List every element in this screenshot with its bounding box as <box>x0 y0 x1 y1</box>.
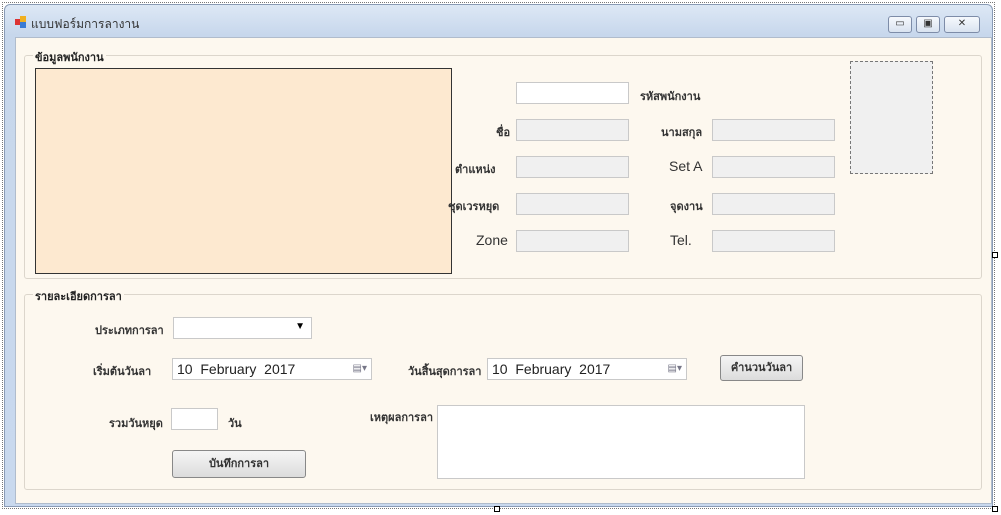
resize-handle-bottom[interactable] <box>494 506 500 512</box>
start-date-picker[interactable]: 10 February 2017 ▤▾ <box>172 358 372 380</box>
resize-handle-corner[interactable] <box>992 506 998 512</box>
end-date-picker[interactable]: 10 February 2017 ▤▾ <box>487 358 687 380</box>
position-label: ตำแหน่ง <box>455 164 496 176</box>
chevron-down-icon: ▼ <box>295 321 305 332</box>
shift-field[interactable] <box>516 193 629 215</box>
tel-label: Tel. <box>670 232 692 248</box>
save-leave-button[interactable]: บันทึกการลา <box>172 450 306 478</box>
total-holidays-label: รวมวันหยุด <box>109 418 163 430</box>
window-title: แบบฟอร์มการลางาน <box>31 17 140 31</box>
app-icon <box>15 16 27 28</box>
start-date-value: 10 February 2017 <box>177 361 296 377</box>
end-date-value: 10 February 2017 <box>492 361 611 377</box>
workpoint-label: จุดงาน <box>670 201 703 213</box>
calculate-days-button[interactable]: คำนวนวันลา <box>720 355 803 381</box>
first-name-field[interactable] <box>516 119 629 141</box>
total-holidays-input[interactable] <box>171 408 218 430</box>
leave-type-dropdown[interactable]: ▼ <box>173 317 312 339</box>
employee-id-label: รหัสพนักงาน <box>640 91 701 103</box>
minimize-button[interactable]: ▭ <box>888 16 912 33</box>
zone-label: Zone <box>476 232 508 248</box>
employee-group-title: ข้อมูลพนักงาน <box>33 48 106 66</box>
reason-textarea[interactable] <box>437 405 805 479</box>
leave-type-label: ประเภทการลา <box>95 325 164 337</box>
last-name-label: นามสกุล <box>661 127 703 139</box>
employee-id-input[interactable] <box>516 82 629 104</box>
employee-photo <box>850 61 933 174</box>
start-date-label: เริ่มต้นวันลา <box>93 366 152 378</box>
calendar-icon[interactable]: ▤▾ <box>353 363 367 374</box>
workpoint-field[interactable] <box>712 193 835 215</box>
days-unit-label: วัน <box>228 418 242 430</box>
reason-label: เหตุผลการลา <box>370 412 434 424</box>
set-label: Set A <box>669 158 703 174</box>
zone-field[interactable] <box>516 230 629 252</box>
shift-label: ชุดเวรหยุด <box>448 201 500 213</box>
tel-field[interactable] <box>712 230 835 252</box>
end-date-label: วันสิ้นสุดการลา <box>408 366 482 378</box>
employee-detail-panel <box>35 68 452 274</box>
calendar-icon[interactable]: ▤▾ <box>668 363 682 374</box>
last-name-field[interactable] <box>712 119 835 141</box>
leave-group-title: รายละเอียดการลา <box>33 287 124 305</box>
employee-info-group: ข้อมูลพนักงาน รหัสพนักงาน ชื่อ นามสกุล ต… <box>24 48 982 279</box>
position-field[interactable] <box>516 156 629 178</box>
set-field[interactable] <box>712 156 835 178</box>
form-window: แบบฟอร์มการลางาน ▭ ▣ ✕ ข้อมูลพนักงาน รหั… <box>4 4 993 507</box>
leave-details-group: รายละเอียดการลา ประเภทการลา ▼ เริ่มต้นวั… <box>24 287 982 490</box>
resize-handle-right[interactable] <box>992 252 998 258</box>
close-button[interactable]: ✕ <box>944 16 980 33</box>
first-name-label: ชื่อ <box>496 127 511 139</box>
form-client-area: ข้อมูลพนักงาน รหัสพนักงาน ชื่อ นามสกุล ต… <box>15 37 992 504</box>
maximize-button[interactable]: ▣ <box>916 16 940 33</box>
